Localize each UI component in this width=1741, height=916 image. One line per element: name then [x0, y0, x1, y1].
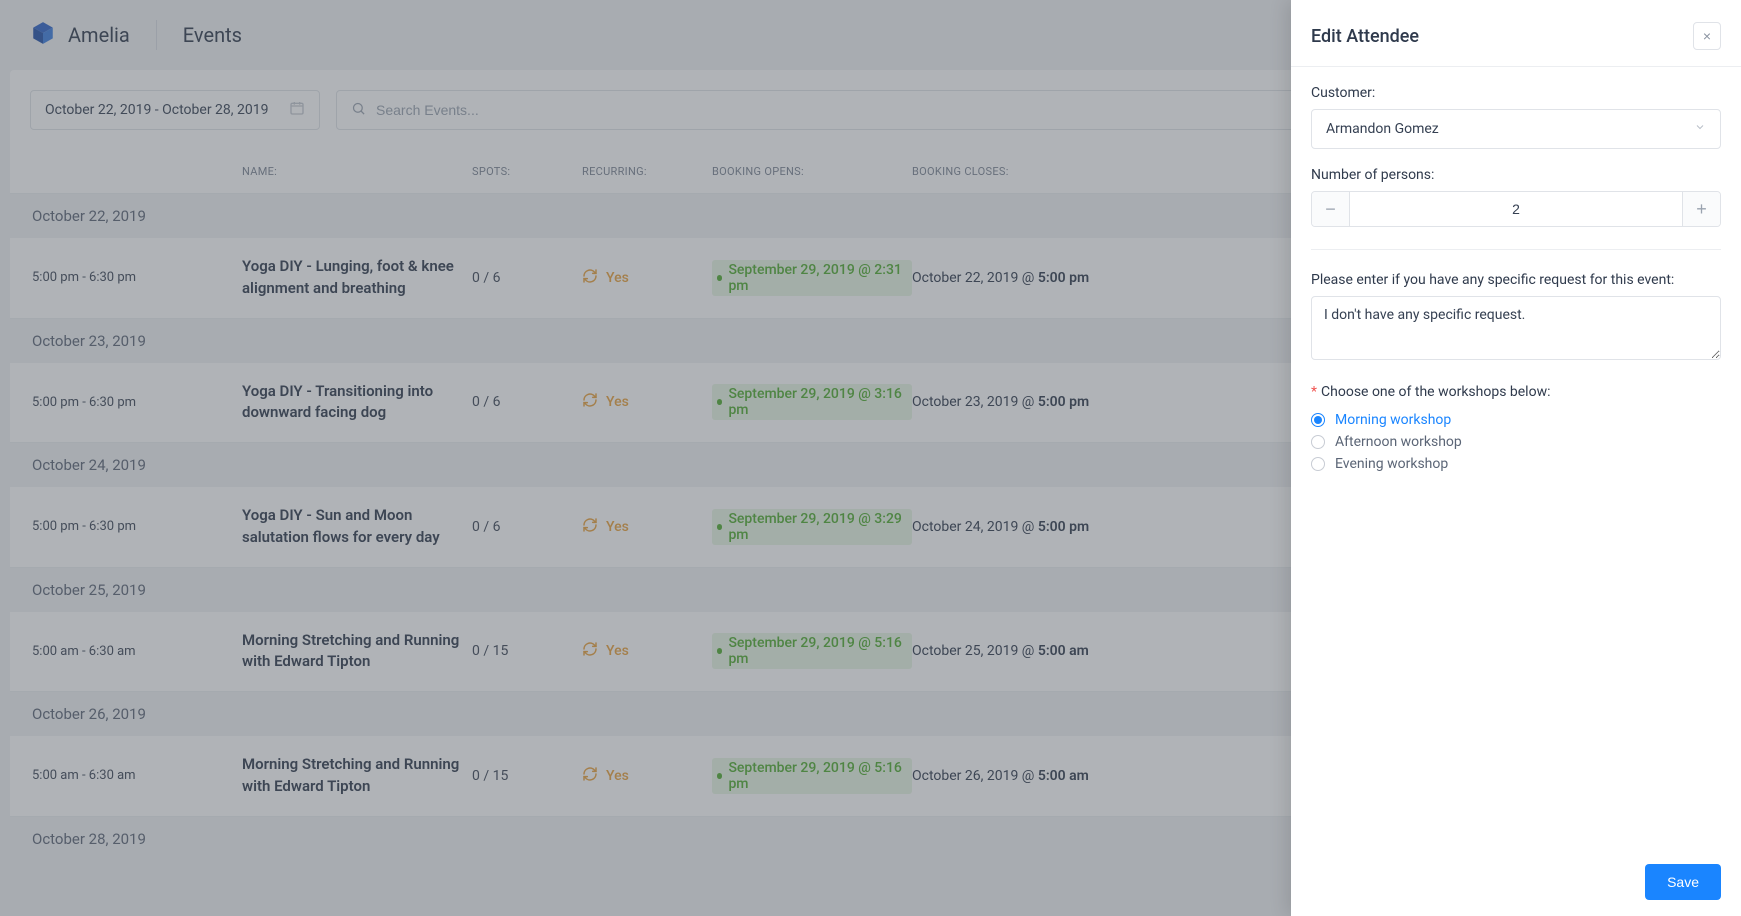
persons-increment-button[interactable]: + [1682, 192, 1720, 226]
edit-attendee-drawer: Edit Attendee × Customer: Armandon Gomez… [1291, 0, 1741, 916]
radio-label: Afternoon workshop [1335, 434, 1462, 450]
close-drawer-button[interactable]: × [1693, 22, 1721, 50]
radio-label: Morning workshop [1335, 412, 1451, 428]
workshop-radio-option[interactable]: Afternoon workshop [1311, 434, 1721, 450]
close-icon: × [1703, 28, 1711, 44]
radio-icon [1311, 457, 1325, 471]
chevron-down-icon [1694, 121, 1706, 137]
radio-icon [1311, 413, 1325, 427]
required-asterisk: * [1311, 384, 1317, 400]
drawer-title: Edit Attendee [1311, 26, 1419, 47]
request-label: Please enter if you have any specific re… [1311, 272, 1721, 288]
workshop-label: *Choose one of the workshops below: [1311, 384, 1721, 400]
customer-label: Customer: [1311, 85, 1721, 101]
radio-label: Evening workshop [1335, 456, 1448, 472]
minus-icon: − [1325, 199, 1336, 220]
persons-decrement-button[interactable]: − [1312, 192, 1350, 226]
customer-value: Armandon Gomez [1326, 121, 1439, 137]
persons-input[interactable] [1350, 192, 1682, 226]
workshop-radio-option[interactable]: Evening workshop [1311, 456, 1721, 472]
request-textarea[interactable] [1311, 296, 1721, 360]
persons-label: Number of persons: [1311, 167, 1721, 183]
workshop-radio-option[interactable]: Morning workshop [1311, 412, 1721, 428]
persons-stepper: − + [1311, 191, 1721, 227]
plus-icon: + [1696, 199, 1707, 220]
customer-select[interactable]: Armandon Gomez [1311, 109, 1721, 149]
save-button[interactable]: Save [1645, 864, 1721, 900]
radio-icon [1311, 435, 1325, 449]
